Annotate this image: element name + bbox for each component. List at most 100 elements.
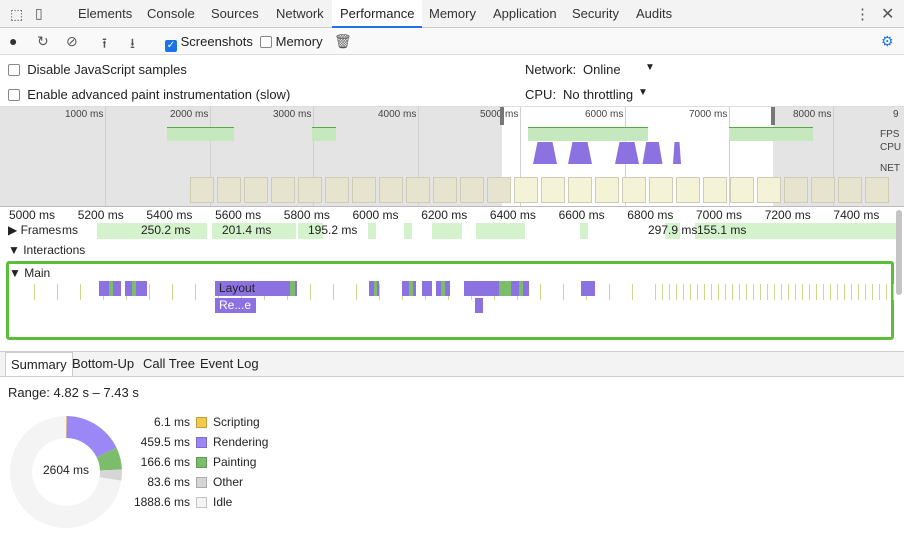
legend-name: Rendering <box>213 435 269 449</box>
tab-memory[interactable]: Memory <box>421 0 484 28</box>
screenshot-thumbnail[interactable] <box>217 177 241 203</box>
painting-task[interactable] <box>499 281 511 296</box>
advanced-paint-checkbox[interactable]: Enable advanced paint instrumentation (s… <box>8 87 290 102</box>
legend-name: Idle <box>213 495 233 509</box>
rendering-task[interactable] <box>422 281 432 296</box>
frames-track-header[interactable]: ▶ Frames <box>8 223 61 237</box>
memory-label: Memory <box>275 34 323 49</box>
download-icon[interactable]: ⭳ <box>130 33 135 57</box>
frame-bar[interactable] <box>752 223 897 239</box>
screenshot-thumbnail[interactable] <box>541 177 565 203</box>
recalculate-style-task[interactable]: Re...e <box>215 298 256 313</box>
screenshot-thumbnail[interactable] <box>757 177 781 203</box>
rendering-task[interactable] <box>581 281 595 296</box>
frame-bar[interactable] <box>368 223 376 239</box>
device-toolbar-icon[interactable]: ▯ <box>35 5 43 22</box>
legend-value: 166.6 ms <box>140 455 190 469</box>
clear-icon[interactable]: ⊘ <box>66 33 78 50</box>
scrollbar[interactable] <box>896 210 902 295</box>
overview-tick: 9 <box>893 109 899 120</box>
main-thread-track[interactable]: ▼ Main Layout Re...e <box>6 261 894 340</box>
tab-network[interactable]: Network <box>268 0 332 28</box>
overview-tick: 4000 ms <box>378 109 417 120</box>
rendering-task[interactable] <box>125 281 147 296</box>
screenshot-thumbnail[interactable] <box>649 177 673 203</box>
painting-task[interactable] <box>374 281 377 296</box>
tab-event-log[interactable]: Event Log <box>195 352 264 376</box>
ruler-tick: 7200 ms <box>764 208 811 222</box>
tab-summary[interactable]: Summary <box>5 352 73 376</box>
tab-bottom-up[interactable]: Bottom-Up <box>67 352 139 376</box>
fps-bar <box>729 127 773 141</box>
screenshot-thumbnail[interactable] <box>460 177 484 203</box>
screenshot-thumbnail[interactable] <box>568 177 592 203</box>
screenshot-thumbnail[interactable] <box>271 177 295 203</box>
legend-value: 1888.6 ms <box>133 495 190 509</box>
tab-elements[interactable]: Elements <box>70 0 140 28</box>
selection-handle[interactable] <box>771 107 775 125</box>
selection-handle[interactable] <box>500 107 504 125</box>
frame-bar[interactable] <box>476 223 525 239</box>
screenshot-thumbnail[interactable] <box>487 177 511 203</box>
inspect-element-icon[interactable]: ⬚ <box>10 6 23 23</box>
painting-task[interactable] <box>409 281 413 296</box>
painting-task[interactable] <box>109 281 113 296</box>
close-icon[interactable]: ✕ <box>881 4 894 24</box>
painting-task[interactable] <box>132 281 136 296</box>
tab-application[interactable]: Application <box>485 0 565 28</box>
interactions-track-header[interactable]: ▼ Interactions <box>8 243 85 257</box>
layout-task[interactable]: Layout <box>215 281 277 296</box>
screenshot-thumbnail[interactable] <box>784 177 808 203</box>
tab-performance[interactable]: Performance <box>332 0 423 28</box>
interactions-track[interactable]: ▼ Interactions <box>0 241 904 260</box>
screenshot-thumbnail[interactable] <box>406 177 430 203</box>
screenshot-thumbnail[interactable] <box>325 177 349 203</box>
screenshot-thumbnail[interactable] <box>595 177 619 203</box>
screenshot-thumbnail[interactable] <box>352 177 376 203</box>
screenshot-thumbnail[interactable] <box>379 177 403 203</box>
disable-js-samples-checkbox[interactable]: Disable JavaScript samples <box>8 62 187 77</box>
screenshot-thumbnail[interactable] <box>865 177 889 203</box>
ruler-tick: 7000 ms <box>696 208 743 222</box>
task-tick <box>149 284 150 300</box>
task-tick <box>310 284 311 300</box>
cpu-bar <box>673 142 681 164</box>
memory-checkbox[interactable]: Memory <box>260 34 323 49</box>
tab-console[interactable]: Console <box>139 0 203 28</box>
gear-icon[interactable]: ⚙ <box>881 33 894 50</box>
painting-task[interactable] <box>519 281 523 296</box>
screenshot-thumbnail[interactable] <box>703 177 727 203</box>
cpu-select[interactable]: No throttling ▼ <box>563 87 653 102</box>
screenshot-thumbnail[interactable] <box>622 177 646 203</box>
record-icon[interactable]: ● <box>9 33 17 49</box>
screenshot-thumbnail[interactable] <box>190 177 214 203</box>
frames-track[interactable]: ▶ Frames ms 250.2 ms 201.4 ms 195.2 ms 297.9… <box>0 222 904 240</box>
screenshot-thumbnail[interactable] <box>433 177 457 203</box>
tab-sources[interactable]: Sources <box>203 0 267 28</box>
frame-bar[interactable] <box>580 223 588 239</box>
screenshot-thumbnail[interactable] <box>838 177 862 203</box>
frame-bar[interactable] <box>432 223 462 239</box>
network-select[interactable]: Online ▼ <box>583 62 655 77</box>
more-options-icon[interactable]: ⋮ <box>855 5 870 23</box>
upload-icon[interactable]: ⭱ <box>102 33 107 57</box>
screenshot-thumbnail[interactable] <box>244 177 268 203</box>
screenshots-checkbox[interactable]: ✓ Screenshots <box>165 34 253 52</box>
network-value: Online <box>583 62 621 77</box>
screenshot-thumbnail[interactable] <box>514 177 538 203</box>
screenshot-thumbnail[interactable] <box>298 177 322 203</box>
screenshot-thumbnail[interactable] <box>676 177 700 203</box>
reload-icon[interactable]: ↻ <box>37 33 49 50</box>
tab-audits[interactable]: Audits <box>628 0 680 28</box>
tab-call-tree[interactable]: Call Tree <box>138 352 200 376</box>
main-track-header[interactable]: ▼ Main <box>9 266 50 280</box>
frame-bar[interactable] <box>404 223 412 239</box>
screenshot-thumbnail[interactable] <box>730 177 754 203</box>
rendering-task[interactable] <box>475 298 483 313</box>
screenshot-thumbnail[interactable] <box>811 177 835 203</box>
trash-icon[interactable]: 🗑 <box>334 33 352 50</box>
painting-task[interactable] <box>441 281 445 296</box>
painting-task[interactable] <box>290 281 295 296</box>
tab-security[interactable]: Security <box>564 0 627 28</box>
task-tick <box>739 284 740 300</box>
